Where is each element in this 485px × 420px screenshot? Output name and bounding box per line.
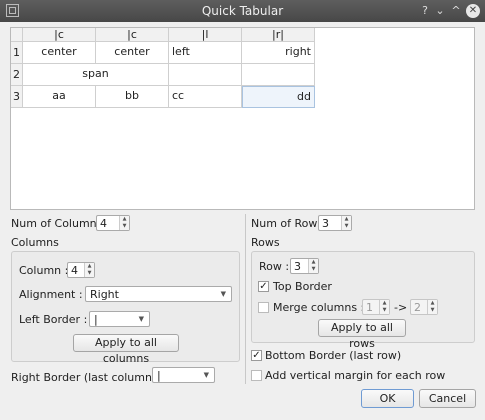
- num-rows-label: Num of Rows: [251, 217, 324, 230]
- window-title: Quick Tabular: [201, 4, 284, 18]
- help-icon[interactable]: ?: [418, 3, 432, 19]
- alignment-label: Alignment :: [19, 288, 83, 301]
- left-border-value: |: [94, 313, 98, 326]
- columns-group-label: Columns: [11, 236, 59, 249]
- column-header[interactable]: |c: [96, 28, 169, 42]
- table-cell[interactable]: cc: [169, 86, 242, 108]
- vertical-margin-checkbox[interactable]: [251, 370, 262, 381]
- vertical-margin-label: Add vertical margin for each row: [265, 369, 446, 382]
- spinner-arrows-icon[interactable]: ▲ ▼: [308, 259, 318, 273]
- merge-from-spinner[interactable]: 1 ▲ ▼: [362, 299, 390, 315]
- table-cell[interactable]: left: [169, 42, 242, 64]
- table-cell[interactable]: [169, 64, 242, 86]
- right-border-value: |: [157, 369, 161, 382]
- table-cell-spanned[interactable]: span: [23, 64, 169, 86]
- alignment-value: Right: [90, 288, 119, 301]
- table-cell[interactable]: center: [96, 42, 169, 64]
- table-cell[interactable]: aa: [23, 86, 96, 108]
- merge-from-value: 1: [366, 301, 373, 314]
- row-number[interactable]: 2: [11, 64, 23, 86]
- rows-group-label: Rows: [251, 236, 280, 249]
- row-label: Row :: [259, 260, 290, 273]
- header-corner: [11, 28, 23, 42]
- maximize-icon[interactable]: ^: [449, 3, 463, 19]
- top-border-checkbox[interactable]: ✓: [258, 281, 269, 292]
- column-header[interactable]: |l: [169, 28, 242, 42]
- num-columns-value: 4: [100, 217, 107, 230]
- num-columns-label: Num of Columns: [11, 217, 103, 230]
- row-value: 3: [294, 260, 301, 273]
- spinner-arrows-icon[interactable]: ▲ ▼: [379, 300, 389, 314]
- chevron-down-icon: ▼: [138, 315, 144, 323]
- merge-columns-label: Merge columns :: [273, 301, 365, 314]
- apply-all-columns-button[interactable]: Apply to all columns: [73, 334, 179, 365]
- minimize-icon[interactable]: ⌄: [433, 3, 447, 19]
- num-columns-spinner[interactable]: 4 ▲ ▼: [96, 215, 130, 231]
- table-cell-selected[interactable]: dd: [242, 86, 315, 108]
- column-value: 4: [71, 264, 78, 277]
- left-border-label: Left Border :: [19, 313, 88, 326]
- merge-arrow-label: ->: [394, 301, 408, 314]
- table-cell[interactable]: [242, 64, 315, 86]
- section-divider: [245, 214, 246, 384]
- merge-to-spinner[interactable]: 2 ▲ ▼: [410, 299, 438, 315]
- table-cell[interactable]: center: [23, 42, 96, 64]
- ok-button[interactable]: OK: [361, 389, 414, 408]
- table-preview[interactable]: |c |c |l |r| 1 center center left right …: [10, 27, 475, 210]
- title-bar: Quick Tabular ? ⌄ ^ ✕: [0, 0, 485, 22]
- row-number[interactable]: 3: [11, 86, 23, 108]
- chevron-down-icon: ▼: [203, 371, 209, 379]
- right-border-label: Right Border (last column) :: [11, 371, 164, 384]
- row-spinner[interactable]: 3 ▲ ▼: [290, 258, 319, 274]
- bottom-border-label: Bottom Border (last row): [265, 349, 402, 362]
- spinner-arrows-icon[interactable]: ▲ ▼: [427, 300, 437, 314]
- merge-columns-checkbox[interactable]: [258, 302, 269, 313]
- merge-to-value: 2: [414, 301, 421, 314]
- table-cell[interactable]: bb: [96, 86, 169, 108]
- close-icon[interactable]: ✕: [466, 4, 480, 18]
- column-label: Column :: [19, 264, 69, 277]
- chevron-down-icon: ▼: [220, 290, 226, 298]
- column-header[interactable]: |r|: [242, 28, 315, 42]
- alignment-select[interactable]: Right ▼: [85, 286, 232, 302]
- spinner-arrows-icon[interactable]: ▲ ▼: [341, 216, 351, 230]
- num-rows-spinner[interactable]: 3 ▲ ▼: [318, 215, 352, 231]
- num-rows-value: 3: [322, 217, 329, 230]
- row-number[interactable]: 1: [11, 42, 23, 64]
- table-cell[interactable]: right: [242, 42, 315, 64]
- spinner-arrows-icon[interactable]: ▲ ▼: [119, 216, 129, 230]
- apply-all-rows-button[interactable]: Apply to all rows: [318, 319, 406, 350]
- left-border-select[interactable]: | ▼: [89, 311, 150, 327]
- bottom-border-checkbox[interactable]: ✓: [251, 350, 262, 361]
- top-border-label: Top Border: [273, 280, 332, 293]
- right-border-select[interactable]: | ▼: [152, 367, 215, 383]
- column-spinner[interactable]: 4 ▲ ▼: [67, 262, 95, 278]
- spinner-arrows-icon[interactable]: ▲ ▼: [84, 263, 94, 277]
- column-header[interactable]: |c: [23, 28, 96, 42]
- cancel-button[interactable]: Cancel: [419, 389, 476, 408]
